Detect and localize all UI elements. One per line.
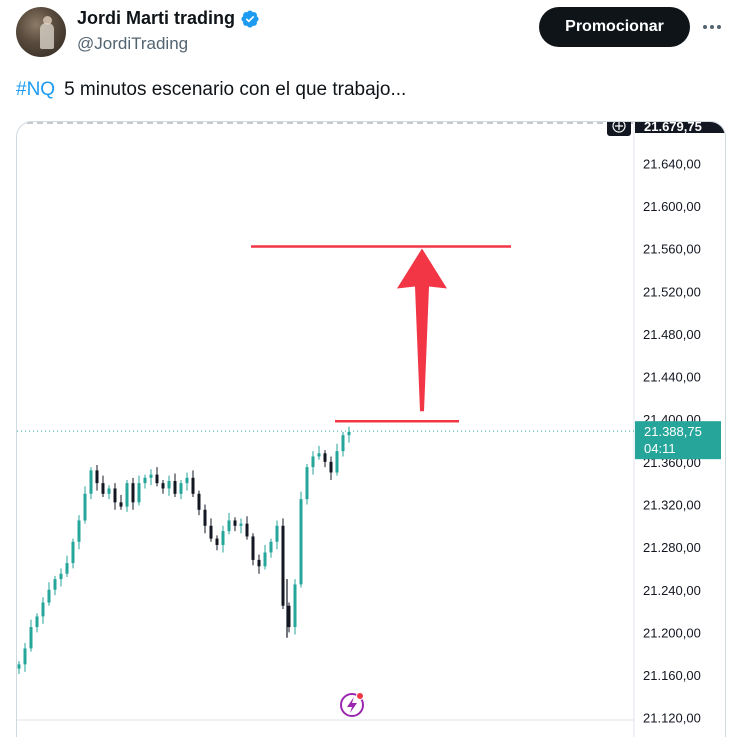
- y-tick-label: 21.320,00: [643, 497, 701, 512]
- author-row: Jordi Marti trading: [77, 8, 260, 29]
- candle-body: [281, 525, 285, 606]
- candle-body: [335, 451, 339, 473]
- y-tick-label: 21.200,00: [643, 625, 701, 640]
- top-price-label: 21.679,75: [644, 122, 702, 134]
- dot: [717, 25, 721, 29]
- candle-body: [95, 470, 99, 484]
- tweet-text: #NQ 5 minutos escenario con el que trabaj…: [16, 79, 406, 101]
- candle-body: [323, 453, 327, 462]
- candle-body: [317, 453, 321, 457]
- y-tick-label: 21.520,00: [643, 284, 701, 299]
- candle-body: [167, 481, 171, 489]
- y-tick-label: 21.160,00: [643, 668, 701, 683]
- candle-body: [257, 559, 261, 567]
- candle-body: [239, 523, 243, 526]
- candle-body: [275, 525, 279, 542]
- candle-body: [71, 541, 75, 564]
- avatar[interactable]: [16, 7, 66, 57]
- candle-body: [119, 502, 123, 507]
- chart-image[interactable]: 21.640,00 21.600,00 21.560,00 21.520,00 21.4…: [16, 121, 726, 737]
- candle-body: [29, 627, 33, 649]
- candle-body: [41, 602, 45, 617]
- author-handle[interactable]: @JordiTrading: [77, 34, 188, 54]
- candle-body: [161, 483, 165, 489]
- y-tick-label: 21.240,00: [643, 583, 701, 598]
- candle-body: [173, 481, 177, 494]
- candle-body: [329, 461, 333, 473]
- candle-body: [191, 477, 195, 494]
- tweet-body: 5 minutos escenario con el que trabajo..…: [64, 79, 407, 100]
- y-tick-label: 21.640,00: [643, 156, 701, 171]
- author-name[interactable]: Jordi Marti trading: [77, 8, 235, 29]
- candle-body: [185, 477, 189, 484]
- candle-body: [35, 616, 39, 628]
- candle-body: [221, 531, 225, 545]
- candle-body: [59, 573, 63, 580]
- y-tick-label: 21.120,00: [643, 711, 701, 726]
- candle-body: [227, 520, 231, 532]
- candle-body: [299, 499, 303, 585]
- candle-body: [341, 435, 345, 452]
- candle-body: [215, 538, 219, 545]
- y-tick-label: 21.560,00: [643, 242, 701, 257]
- candle-body: [113, 488, 117, 503]
- candle-body: [293, 584, 297, 628]
- candle-body: [143, 477, 147, 484]
- candle-body: [179, 483, 183, 494]
- candle-body: [137, 483, 141, 503]
- candle-body: [197, 493, 201, 510]
- up-arrow-icon: [397, 248, 447, 412]
- more-options-icon[interactable]: [698, 14, 726, 40]
- candle-body: [23, 648, 27, 665]
- y-tick-label: 21.600,00: [643, 199, 701, 214]
- add-button-icon[interactable]: [607, 122, 631, 136]
- candle-body: [269, 541, 273, 553]
- y-tick-label: 21.440,00: [643, 370, 701, 385]
- candle-body: [203, 509, 207, 526]
- y-tick-label: 21.280,00: [643, 540, 701, 555]
- candle-body: [17, 664, 21, 669]
- candle-body: [149, 474, 153, 478]
- avatar-figure: [40, 23, 54, 49]
- hashtag-link[interactable]: #NQ: [16, 79, 55, 100]
- tradingview-logo-icon: [340, 692, 364, 717]
- candle-body: [53, 579, 57, 590]
- dot: [710, 25, 714, 29]
- candle-body: [107, 488, 111, 494]
- candle-body: [65, 563, 69, 574]
- candle-body: [287, 605, 291, 628]
- dot: [703, 25, 707, 29]
- promote-button[interactable]: Promocionar: [539, 7, 690, 47]
- candle-body: [89, 470, 93, 494]
- candle-body: [347, 431, 351, 436]
- candle-body: [83, 493, 87, 521]
- candle-body: [305, 467, 309, 500]
- candle-body: [47, 589, 51, 603]
- candle-body: [155, 474, 159, 484]
- last-price-label: 21.388,75: [644, 424, 702, 439]
- candle-body: [101, 483, 105, 494]
- candle-body: [131, 483, 135, 503]
- countdown-label: 04:11: [644, 441, 676, 456]
- candle-body: [311, 456, 315, 468]
- candle-body: [245, 523, 249, 537]
- candle-body: [233, 520, 237, 526]
- candle-body: [263, 552, 267, 567]
- y-tick-label: 21.480,00: [643, 327, 701, 342]
- verified-badge-icon: [241, 9, 259, 28]
- price-chart: 21.640,00 21.600,00 21.560,00 21.520,00 21.4…: [17, 122, 725, 737]
- candle-body: [125, 483, 129, 507]
- candle-body: [251, 536, 255, 560]
- candle-body: [77, 520, 81, 542]
- candle-body: [209, 525, 213, 539]
